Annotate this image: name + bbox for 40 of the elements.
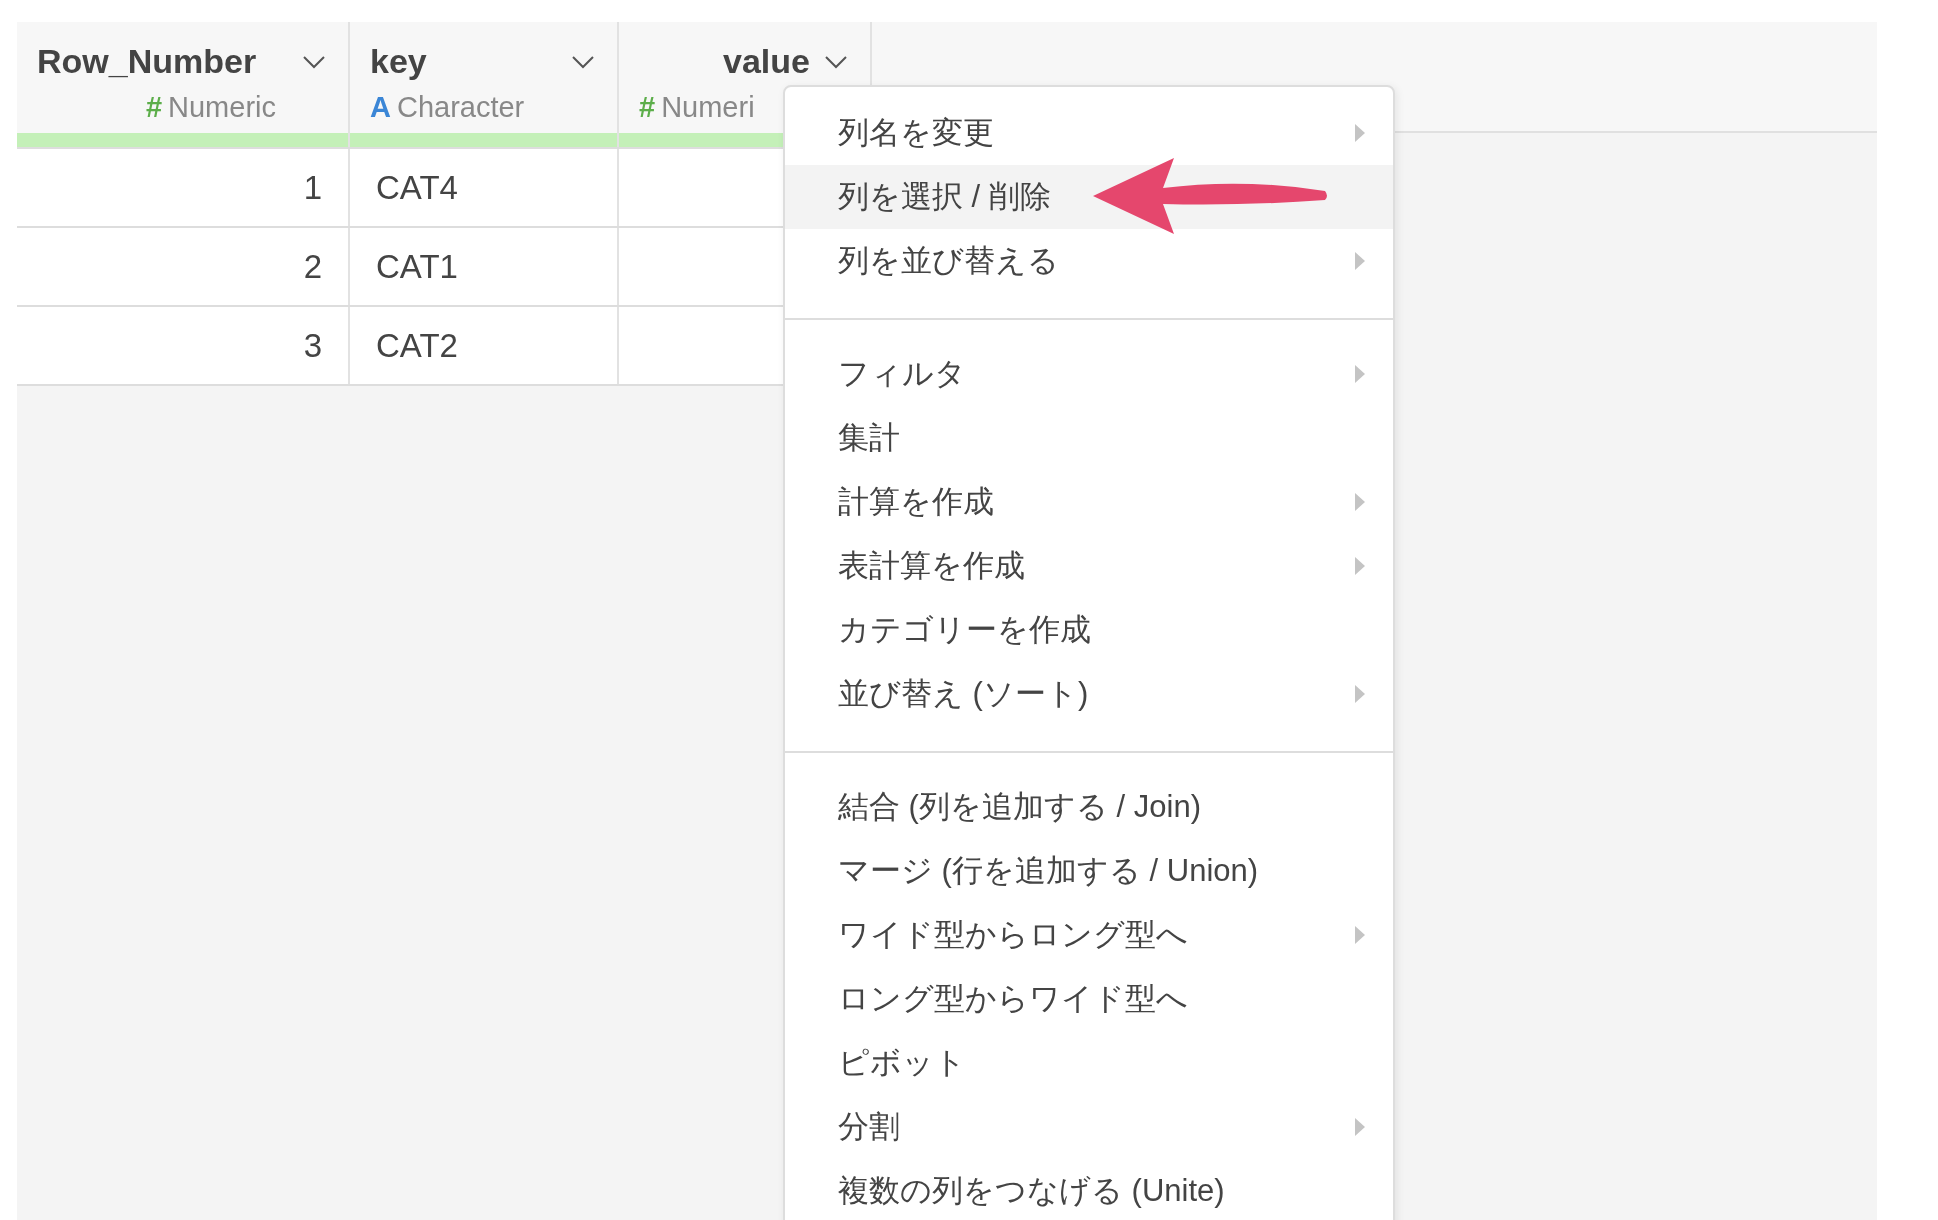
type-icon: A bbox=[370, 91, 391, 124]
type-icon: # bbox=[145, 91, 163, 124]
table-cell: CAT4 bbox=[376, 168, 458, 207]
menu-item[interactable]: 列を並び替える bbox=[785, 229, 1393, 293]
menu-item[interactable]: ワイド型からロング型へ bbox=[785, 903, 1393, 967]
submenu-arrow-icon bbox=[1355, 124, 1365, 142]
menu-item[interactable]: 複数の列をつなげる (Unite) bbox=[785, 1159, 1393, 1220]
type-label: Character bbox=[396, 91, 525, 124]
type-icon: # bbox=[639, 91, 656, 124]
column-name: Row_Number bbox=[37, 42, 257, 81]
column-name: value bbox=[723, 42, 810, 81]
type-label: Numeri bbox=[661, 91, 755, 124]
menu-item[interactable]: ピボット bbox=[785, 1031, 1393, 1095]
menu-item[interactable]: 分割 bbox=[785, 1095, 1393, 1159]
menu-item[interactable]: ロング型からワイド型へ bbox=[785, 967, 1393, 1031]
menu-item[interactable]: マージ (行を追加する / Union) bbox=[785, 839, 1393, 903]
table-cell: 1 bbox=[303, 168, 322, 207]
table-cell: 2 bbox=[303, 247, 322, 286]
submenu-arrow-icon bbox=[1355, 685, 1365, 703]
submenu-arrow-icon bbox=[1355, 493, 1365, 511]
chevron-down-icon[interactable] bbox=[824, 54, 848, 69]
column-name: key bbox=[370, 42, 427, 81]
menu-item[interactable]: フィルタ bbox=[785, 342, 1393, 406]
submenu-arrow-icon bbox=[1355, 252, 1365, 270]
table-cell: CAT2 bbox=[376, 326, 458, 365]
menu-item[interactable]: 集計 bbox=[785, 406, 1393, 470]
submenu-arrow-icon bbox=[1355, 926, 1365, 944]
menu-item[interactable]: 表計算を作成 bbox=[785, 534, 1393, 598]
submenu-arrow-icon bbox=[1355, 1118, 1365, 1136]
chevron-down-icon[interactable] bbox=[302, 54, 326, 69]
menu-item[interactable]: 計算を作成 bbox=[785, 470, 1393, 534]
table-cell: 3 bbox=[303, 326, 322, 365]
chevron-down-icon[interactable] bbox=[571, 54, 595, 69]
menu-item[interactable]: カテゴリーを作成 bbox=[785, 598, 1393, 662]
type-label: Numeric bbox=[168, 91, 276, 124]
table-cell: CAT1 bbox=[376, 247, 458, 286]
submenu-arrow-icon bbox=[1355, 557, 1365, 575]
menu-item[interactable]: 結合 (列を追加する / Join) bbox=[785, 775, 1393, 839]
submenu-arrow-icon bbox=[1355, 365, 1365, 383]
menu-item[interactable]: 並び替え (ソート) bbox=[785, 662, 1393, 726]
